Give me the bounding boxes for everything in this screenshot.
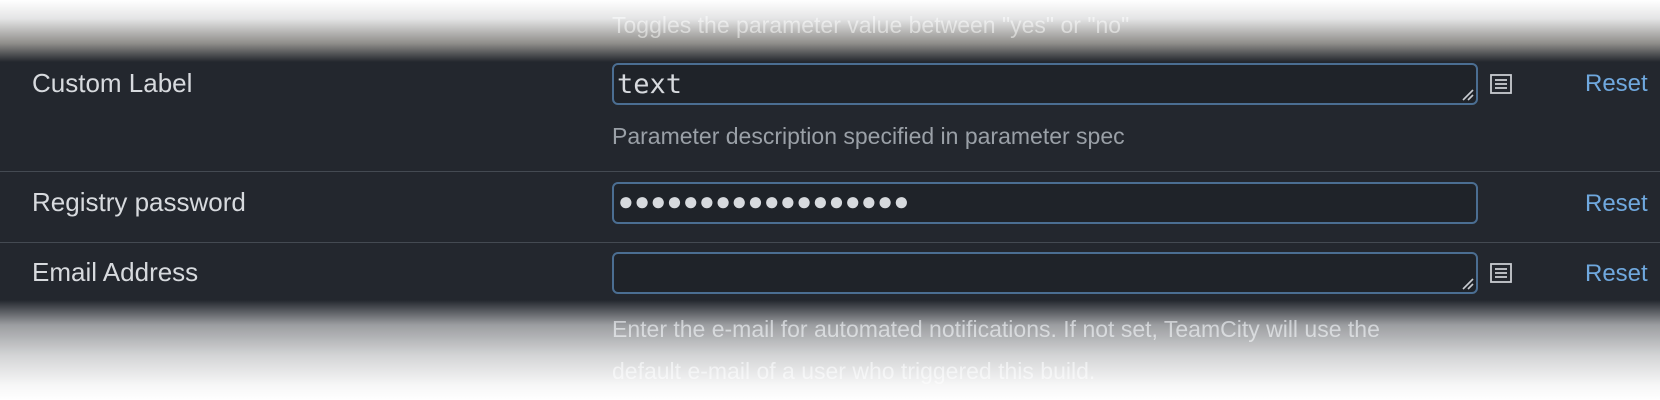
custom-label-label: Custom Label bbox=[32, 68, 193, 98]
custom-label-reset-link[interactable]: Reset bbox=[1585, 70, 1648, 98]
toggle-hint-text: Toggles the parameter value between "yes… bbox=[612, 12, 1130, 38]
list-icon[interactable] bbox=[1490, 74, 1512, 94]
row-divider bbox=[0, 242, 1660, 243]
registry-password-field[interactable]: ●●●●●●●●●●●●●●●●●● bbox=[612, 182, 1478, 224]
email-address-field[interactable] bbox=[612, 252, 1478, 294]
registry-password-reset-link[interactable]: Reset bbox=[1585, 190, 1648, 218]
registry-password-value: ●●●●●●●●●●●●●●●●●● bbox=[618, 186, 910, 216]
resize-grip-icon[interactable] bbox=[1460, 87, 1474, 101]
email-description-line-2: default e-mail of a user who triggered t… bbox=[612, 358, 1096, 384]
custom-label-value: text bbox=[617, 69, 683, 100]
row-divider bbox=[0, 171, 1660, 172]
parameters-dark-panel: Toggles the parameter value between "yes… bbox=[0, 0, 1660, 400]
custom-label-description: Parameter description specified in param… bbox=[612, 123, 1125, 149]
registry-password-label: Registry password bbox=[32, 187, 246, 217]
email-address-reset-link[interactable]: Reset bbox=[1585, 260, 1648, 288]
email-description-line-1: Enter the e-mail for automated notificat… bbox=[612, 316, 1380, 342]
email-address-label: Email Address bbox=[32, 257, 199, 287]
custom-label-field[interactable]: text bbox=[612, 63, 1478, 105]
list-icon[interactable] bbox=[1490, 263, 1512, 283]
email-address-description: Enter the e-mail for automated notificat… bbox=[612, 308, 1572, 392]
resize-grip-icon[interactable] bbox=[1460, 276, 1474, 290]
parameters-panel: Toggles the parameter value between "yes… bbox=[0, 0, 1660, 400]
